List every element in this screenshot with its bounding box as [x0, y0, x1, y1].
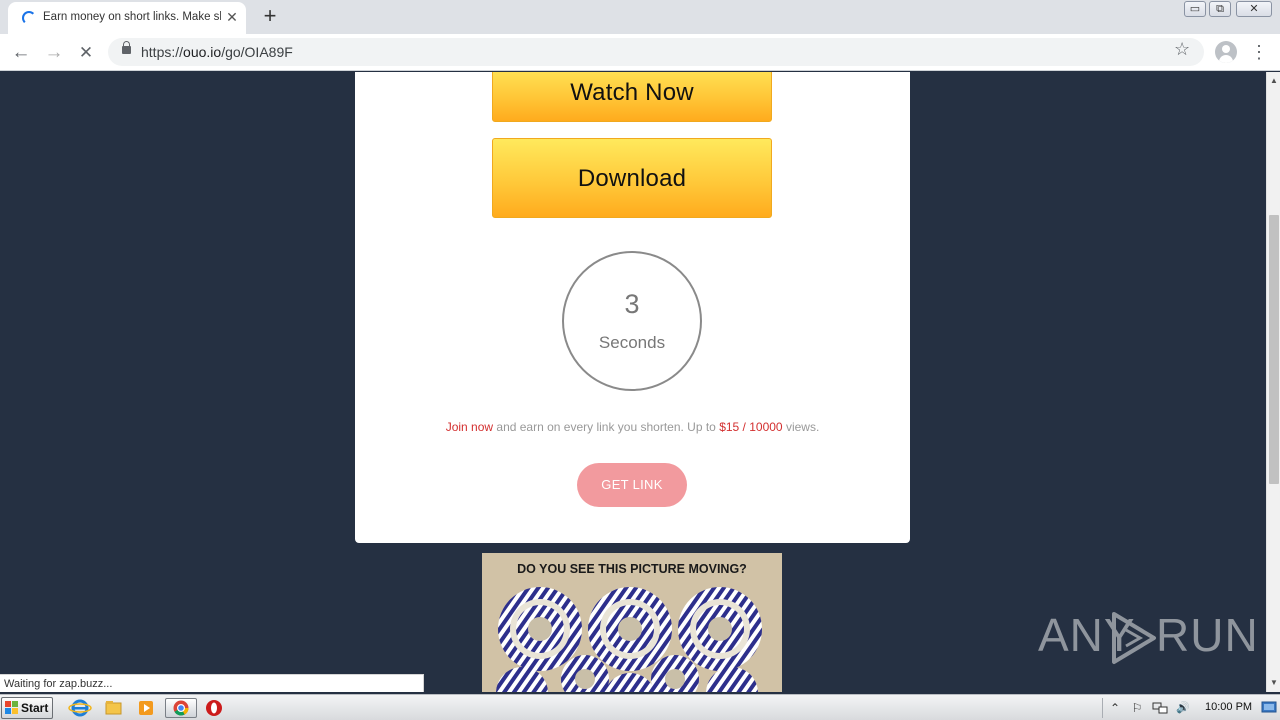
browser-tab-active[interactable]: Earn money on short links. Make sho ✕	[8, 2, 246, 34]
link-card: Watch Now Download 3 Seconds Join now an…	[355, 72, 910, 543]
countdown-timer: 3 Seconds	[562, 251, 702, 391]
minimize-window-button[interactable]: ▭	[1184, 1, 1206, 17]
url-scheme: https://	[141, 44, 184, 60]
start-button[interactable]: Start	[1, 697, 53, 719]
watch-now-button[interactable]: Watch Now	[492, 72, 772, 122]
scrollbar-thumb[interactable]	[1269, 215, 1279, 484]
address-url[interactable]: https://ouo.io/go/OIA89F	[141, 44, 293, 60]
join-now-link[interactable]: Join now	[446, 420, 493, 434]
promo-rate: $15 / 10000	[719, 420, 783, 434]
get-link-button[interactable]: GET LINK	[577, 463, 687, 507]
profile-avatar-icon[interactable]	[1215, 41, 1237, 63]
promo-text: Join now and earn on every link you shor…	[355, 420, 910, 434]
bookmark-star-icon[interactable]: ☆	[1174, 39, 1190, 60]
forward-button[interactable]: →	[41, 40, 67, 66]
network-icon[interactable]	[1152, 700, 1168, 716]
windows-taskbar: Start ⌃ ⚐ 🔊 10:00 PM	[0, 694, 1280, 720]
scroll-up-arrow-icon[interactable]: ▲	[1267, 74, 1280, 88]
back-button[interactable]: ←	[8, 40, 34, 66]
browser-status-bar: Waiting for zap.buzz...	[0, 674, 424, 692]
chrome-icon[interactable]	[165, 698, 197, 718]
tab-title: Earn money on short links. Make sho	[43, 11, 221, 23]
watermark-run-text: RUN	[1156, 609, 1259, 661]
url-host: ouo.io	[183, 44, 222, 60]
action-center-flag-icon[interactable]: ⚐	[1129, 700, 1145, 716]
ad-banner[interactable]: DO YOU SEE THIS PICTURE MOVING?	[482, 553, 782, 692]
page-scrollbar[interactable]: ▲ ▼	[1266, 72, 1280, 692]
start-label: Start	[21, 701, 49, 715]
new-tab-button[interactable]: +	[258, 5, 282, 29]
media-player-icon[interactable]	[132, 698, 160, 718]
taskbar-clock[interactable]: 10:00 PM	[1205, 701, 1252, 713]
page-viewport: Watch Now Download 3 Seconds Join now an…	[0, 72, 1266, 692]
scroll-down-arrow-icon[interactable]: ▼	[1267, 676, 1280, 690]
system-tray: ⌃ ⚐ 🔊 10:00 PM	[1102, 695, 1280, 720]
lock-icon	[122, 41, 131, 54]
show-desktop-icon[interactable]	[1261, 699, 1277, 715]
browser-toolbar: ← → ✕ https://ouo.io/go/OIA89F ☆ ⋮	[0, 34, 1280, 71]
url-path: /go/OIA89F	[221, 44, 293, 60]
volume-icon[interactable]: 🔊	[1175, 700, 1191, 716]
browser-tab-strip: Earn money on short links. Make sho ✕ + …	[0, 0, 1280, 34]
download-button[interactable]: Download	[492, 138, 772, 218]
promo-end: views.	[782, 420, 820, 434]
tray-expand-icon[interactable]: ⌃	[1107, 700, 1123, 716]
watermark-play-icon	[1112, 612, 1156, 664]
internet-explorer-icon[interactable]	[66, 698, 94, 718]
ad-headline: DO YOU SEE THIS PICTURE MOVING?	[517, 562, 747, 576]
tray-separator	[1102, 698, 1103, 718]
restore-window-button[interactable]: ⧉	[1209, 1, 1231, 17]
loading-spinner-icon	[22, 11, 36, 25]
stop-loading-button[interactable]: ✕	[73, 40, 99, 66]
countdown-unit: Seconds	[598, 333, 666, 352]
optical-illusion-image	[496, 587, 762, 692]
tab-close-icon[interactable]: ✕	[224, 8, 240, 26]
opera-icon[interactable]	[200, 698, 228, 718]
chrome-menu-icon[interactable]: ⋮	[1250, 41, 1268, 63]
address-bar[interactable]: https://ouo.io/go/OIA89F ☆	[108, 38, 1204, 66]
countdown-number: 3	[624, 289, 640, 319]
close-window-button[interactable]: ✕	[1236, 1, 1272, 17]
windows-logo-icon	[5, 701, 18, 714]
file-explorer-icon[interactable]	[99, 698, 127, 718]
promo-middle: and earn on every link you shorten. Up t…	[493, 420, 720, 434]
